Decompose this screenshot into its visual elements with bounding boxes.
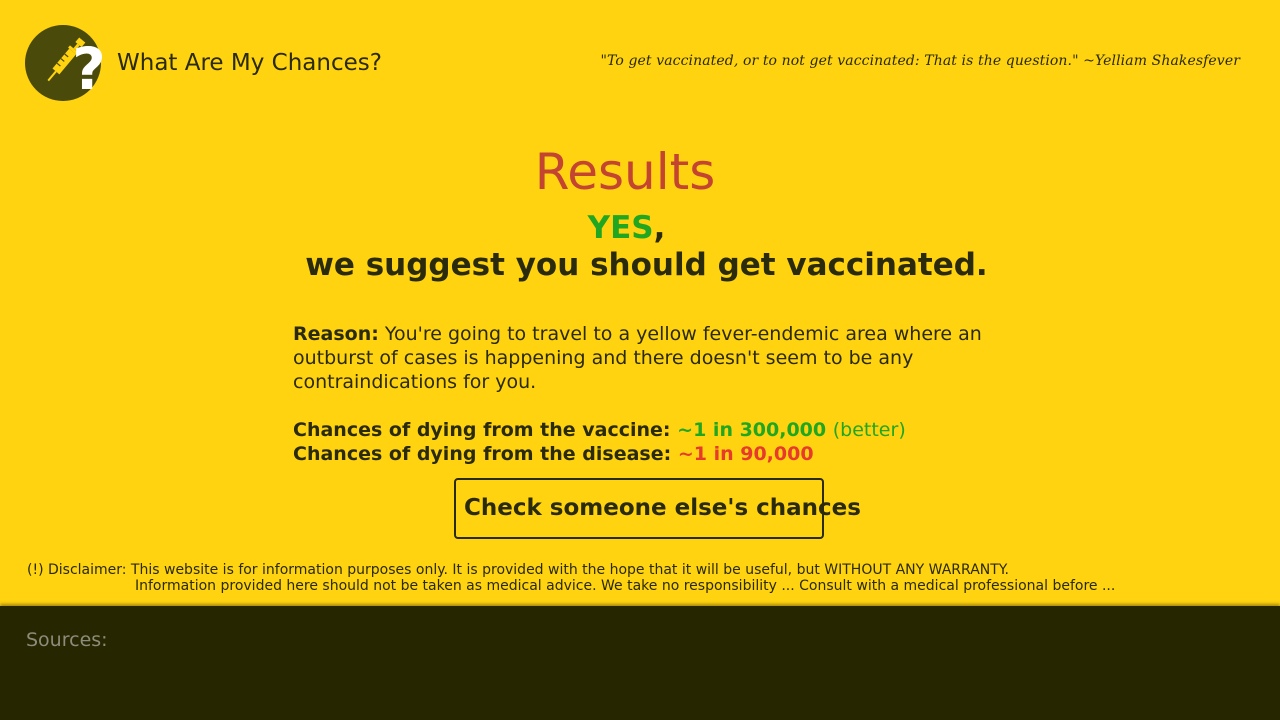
- check-someone-else-button[interactable]: Check someone else's chances: [454, 478, 861, 539]
- header-quote: "To get vaccinated, or to not get vaccin…: [600, 53, 1240, 69]
- disease-odds-row: Chances of dying from the disease: ~1 in…: [293, 442, 906, 466]
- disclaimer-line-1: (!) Disclaimer: This website is for info…: [27, 562, 1009, 578]
- question-mark-icon: ?: [72, 35, 106, 103]
- check-button-label: Check someone else's chances: [464, 495, 861, 521]
- disclaimer-line-2: Information provided here should not be …: [135, 578, 1116, 594]
- verdict-yes: YES: [587, 210, 654, 246]
- footer: Sources:: [0, 606, 1280, 720]
- vaccine-odds-note: (better): [832, 419, 906, 441]
- reason-paragraph: Reason: You're going to travel to a yell…: [293, 322, 993, 394]
- verdict-suggestion: we suggest you should get vaccinated.: [305, 247, 988, 283]
- results-heading: Results: [534, 143, 716, 201]
- sources-label: Sources:: [26, 629, 108, 651]
- verdict-answer: YES,: [0, 209, 1253, 247]
- vaccine-odds-value: ~1 in 300,000: [677, 419, 827, 441]
- disease-odds-value: ~1 in 90,000: [677, 443, 814, 465]
- reason-text: You're going to travel to a yellow fever…: [293, 323, 982, 393]
- reason-label: Reason:: [293, 323, 379, 345]
- site-title[interactable]: What Are My Chances?: [117, 50, 382, 76]
- vaccine-odds-row: Chances of dying from the vaccine: ~1 in…: [293, 418, 906, 442]
- odds-block: Chances of dying from the vaccine: ~1 in…: [293, 418, 906, 466]
- logo-icon[interactable]: ?: [25, 25, 111, 103]
- disclaimer: (!) Disclaimer: This website is for info…: [27, 562, 1115, 594]
- disease-odds-label: Chances of dying from the disease:: [293, 443, 672, 465]
- verdict-comma: ,: [653, 210, 666, 246]
- vaccine-odds-label: Chances of dying from the vaccine:: [293, 419, 671, 441]
